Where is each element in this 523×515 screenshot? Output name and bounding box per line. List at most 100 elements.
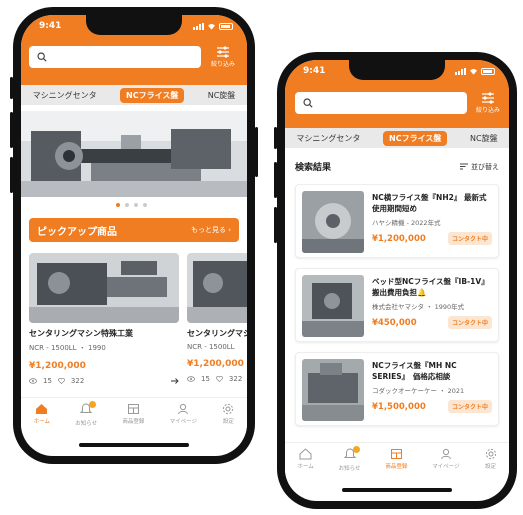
see-more-link[interactable]: もっと見る ›	[191, 225, 231, 235]
search-input[interactable]	[29, 46, 201, 68]
results-header: 検索結果 並び替え	[295, 160, 499, 174]
phone-search-results: 9:41 絞り込み マシニングセンタ NCフライス盤 NC旋盤 検索結果 並び替…	[274, 52, 517, 509]
notch	[86, 15, 182, 35]
filter-button[interactable]: 絞り込み	[473, 92, 503, 114]
view-count: 15	[201, 375, 210, 383]
nav-label: ホーム	[33, 419, 50, 425]
status-badge: コンタクト中	[447, 232, 492, 245]
product-title: NCフライス盤『MH NC SERIES』 価格応相談	[372, 361, 457, 381]
product-image	[29, 253, 179, 323]
nav-home[interactable]: ホーム	[34, 403, 50, 433]
nav-list-product[interactable]: 商品登録	[122, 403, 144, 433]
product-model: NCR - 1500LL	[187, 343, 235, 351]
signal-icon	[193, 22, 204, 30]
view-count: 15	[43, 377, 52, 385]
bottom-nav: ホーム お知らせ 商品登録 マイページ 設定	[21, 397, 247, 433]
carousel-indicator[interactable]	[116, 203, 147, 207]
home-indicator	[79, 443, 189, 447]
sliders-icon	[217, 46, 229, 58]
store-icon	[127, 404, 139, 414]
product-price: ¥450,000	[372, 317, 417, 328]
result-card[interactable]: ベッド型NCフライス盤『IB-1V』 搬出費用負担🔔 株式会社ヤマシタ ・ 19…	[295, 268, 499, 342]
gear-icon	[223, 403, 234, 415]
product-image	[302, 359, 364, 421]
tab-nc-milling[interactable]: NCフライス盤	[383, 130, 448, 146]
arrow-right-icon[interactable]	[171, 378, 179, 384]
product-title: ベッド型NCフライス盤『IB-1V』 搬出費用負担🔔	[372, 277, 489, 297]
tab-machining-center[interactable]: マシニングセンタ	[296, 133, 360, 144]
carousel-dot-active[interactable]	[116, 203, 120, 207]
product-image	[187, 253, 247, 323]
product-card[interactable]: センタリングマシン NCR - 1500LL ¥1,200,000 15 322	[187, 253, 247, 383]
wifi-icon	[470, 68, 477, 75]
signal-icon	[455, 67, 466, 75]
banner-carousel[interactable]	[21, 111, 247, 197]
status-time: 9:41	[39, 21, 62, 31]
tab-machining-center[interactable]: マシニングセンタ	[33, 90, 97, 101]
nav-label: 設定	[222, 419, 234, 425]
search-icon	[37, 52, 47, 62]
mute-switch	[274, 127, 277, 149]
home-indicator	[342, 488, 452, 492]
nav-mypage[interactable]: マイページ	[432, 448, 460, 478]
pickup-section-header: ピックアップ商品 もっと見る ›	[29, 218, 239, 242]
status-time: 9:41	[303, 66, 326, 76]
sliders-icon	[482, 92, 494, 104]
tab-nc-lathe[interactable]: NC旋盤	[470, 133, 498, 144]
product-stats: 15 322	[187, 375, 247, 383]
volume-down-button	[10, 157, 13, 193]
status-badge: コンタクト中	[447, 400, 492, 413]
category-tabs: マシニングセンタ NCフライス盤 NC旋盤	[285, 128, 509, 148]
user-icon	[178, 403, 189, 415]
product-price: ¥1,200,000	[372, 233, 426, 244]
tab-nc-lathe[interactable]: NC旋盤	[208, 90, 236, 101]
pickup-title: ピックアップ商品	[37, 226, 117, 238]
screen-home: 9:41 絞り込み マシニングセンタ NCフライス盤 NC旋盤 ピックアップ商品…	[21, 15, 247, 456]
heart-icon	[58, 378, 65, 384]
nav-label: マイページ	[169, 419, 198, 425]
sort-icon	[460, 163, 468, 170]
nav-home[interactable]: ホーム	[297, 448, 314, 478]
product-title: センタリングマシン特殊工業	[29, 329, 133, 338]
screen-search-results: 9:41 絞り込み マシニングセンタ NCフライス盤 NC旋盤 検索結果 並び替…	[285, 60, 509, 501]
nav-notifications[interactable]: お知らせ	[75, 401, 97, 433]
search-input[interactable]	[295, 92, 467, 114]
product-card[interactable]: センタリングマシン特殊工業 NCR - 1500LL ・ 1990 ¥1,200…	[29, 253, 179, 385]
eye-icon	[29, 378, 37, 384]
product-title: NC横フライス盤『NH2』 最新式 使用期間短め	[372, 193, 494, 213]
carousel-dot[interactable]	[134, 203, 138, 207]
product-price: ¥1,200,000	[187, 359, 244, 369]
nav-label: 商品登録	[385, 464, 408, 470]
volume-down-button	[274, 207, 277, 243]
sort-button[interactable]: 並び替え	[460, 162, 499, 172]
tab-nc-milling[interactable]: NCフライス盤	[120, 87, 185, 103]
nav-label: マイページ	[432, 464, 460, 470]
bottom-nav: ホーム お知らせ 商品登録 マイページ 設定	[285, 442, 509, 478]
nav-label: 商品登録	[122, 419, 145, 425]
filter-button[interactable]: 絞り込み	[207, 46, 239, 68]
product-seller: ハヤシ精機 - 2022年式	[372, 219, 441, 227]
nav-list-product[interactable]: 商品登録	[385, 448, 407, 478]
battery-icon	[481, 67, 495, 75]
nav-mypage[interactable]: マイページ	[170, 403, 197, 433]
volume-up-button	[10, 112, 13, 148]
carousel-dot[interactable]	[143, 203, 147, 207]
status-badge: コンタクト中	[447, 316, 492, 329]
nav-settings[interactable]: 設定	[485, 448, 497, 478]
nav-notifications[interactable]: お知らせ	[339, 446, 361, 478]
result-card[interactable]: NC横フライス盤『NH2』 最新式 使用期間短め ハヤシ精機 - 2022年式 …	[295, 184, 499, 258]
phone-home: 9:41 絞り込み マシニングセンタ NCフライス盤 NC旋盤 ピックアップ商品…	[10, 7, 258, 464]
product-model: NCR - 1500LL ・ 1990	[29, 344, 106, 352]
category-tabs: マシニングセンタ NCフライス盤 NC旋盤	[21, 85, 247, 105]
wifi-icon	[208, 23, 215, 30]
nav-label: ホーム	[297, 464, 314, 470]
carousel-dot[interactable]	[125, 203, 129, 207]
product-image	[302, 191, 364, 253]
power-button	[255, 127, 258, 177]
filter-label: 絞り込み	[475, 107, 500, 114]
gear-icon	[485, 448, 496, 460]
result-card[interactable]: NCフライス盤『MH NC SERIES』 価格応相談 コダックオーケーケー ・…	[295, 352, 499, 426]
product-price: ¥1,200,000	[29, 361, 86, 371]
lathe-machine-image	[21, 111, 247, 197]
nav-settings[interactable]: 設定	[222, 403, 234, 433]
